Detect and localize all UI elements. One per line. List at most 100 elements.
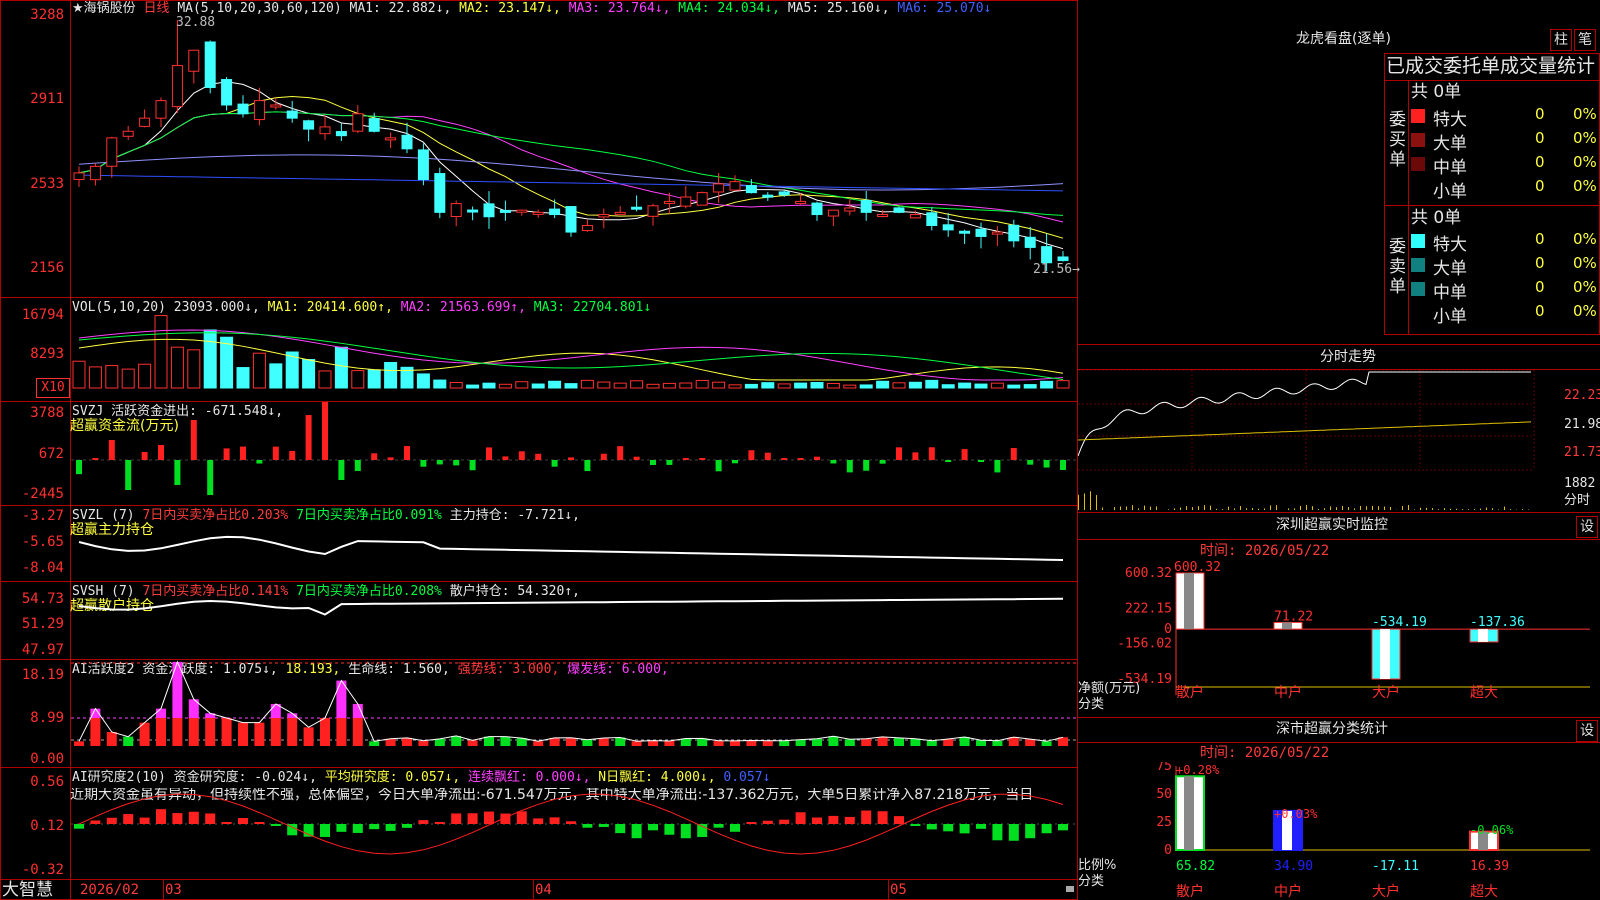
ai-research-panel[interactable]: AI研究度2(10) 资金研究度: -0.024↓, 平均研究度: 0.057↓… [0,768,1078,880]
low-price-mark: 21.56→ [1033,262,1080,277]
tick-mode-button[interactable]: 笔 [1574,29,1596,51]
fund-flow-bar [338,460,345,480]
intraday-chart[interactable] [1078,370,1563,512]
research-bar [221,822,232,824]
volume-bar [941,384,955,389]
order-size-label: 特大 [1433,110,1467,130]
price-panel[interactable]: ★海锅股份 日线 MA(5,10,20,30,60,120) MA1: 22.8… [0,0,1080,900]
fund-flow-bar [354,460,361,471]
candle-body [319,126,331,135]
intraday-volume-bar [1372,505,1373,510]
order-color-swatch [1411,282,1425,296]
volume-bar [744,383,758,389]
fund-flow-bar [846,460,853,473]
order-percent: 0% [1573,177,1597,195]
volume-panel[interactable]: VOL(5,10,20) 23093.000↓, MA1: 20414.600↑… [0,298,1078,402]
fund-flow-bar [715,460,722,472]
svzj-axis-label: -2445 [21,486,64,502]
volume-bar [269,363,283,389]
candle-body [450,203,462,217]
volume-bar [154,315,168,389]
candle-body [893,207,905,213]
sz-category-label: 大户 [1372,684,1400,701]
buy-order-row: 大单 0 0% [1409,128,1600,154]
candlestick-chart[interactable] [71,14,1076,298]
sz-xlabel: 分类 [1078,697,1105,712]
sm-stats-panel[interactable]: 深市超赢分类统计 设 时间: 2026/05/22 75 50 25 0 +0.28% +… [1078,718,1600,900]
activity-bar [254,722,265,746]
sm-ratio-chart[interactable]: 75 50 25 0 +0.28% +0.03% -0.06% 65.82 34.90 -17.1… [1078,762,1600,900]
sm-value-label: -17.11 [1372,859,1419,874]
intraday-volume-bar [1132,505,1133,510]
candle-body [1041,246,1053,264]
svzj-panel[interactable]: SVZJ 活跃资金进出: -671.548↓, 超赢资金流(万元) 3788 6… [0,402,1078,506]
intraday-volume-bar [1150,506,1151,510]
sz-monitor-panel[interactable]: 深圳超赢实时监控 设 时间: 2026/05/22 600.32 222.15 0-… [1078,513,1600,718]
lock-icon[interactable] [1066,886,1074,892]
volume-bar [958,382,972,389]
volume-bar [892,382,906,389]
order-count: 0 [1535,129,1545,147]
price-axis-label: 2533 [30,176,64,192]
ai2-axis-label: 0.56 [30,774,64,790]
activity-bar [1008,737,1019,746]
intraday-volume-bar [1114,507,1115,510]
fund-flow-bar [600,453,607,460]
fund-flow-bar [404,446,410,460]
intraday-avg-line [1078,421,1532,441]
date-label: 03 [165,882,182,898]
ai2-axis-label: 0.12 [30,818,64,834]
sm-percent-label: -0.06% [1470,823,1514,837]
candle-body [270,104,282,108]
research-bar [615,824,626,834]
ai-activity-bars[interactable] [71,660,1076,768]
volume-bar [777,383,791,389]
svzj-bars[interactable] [71,402,1076,506]
fund-flow-bar [371,453,378,460]
order-color-swatch [1411,306,1425,320]
candle-body [417,149,429,180]
high-price-mark: 32.88 [176,15,216,30]
bar-mode-button[interactable]: 柱 [1550,29,1572,51]
activity-bar [877,736,888,746]
fund-flow-bar [207,460,214,495]
activity-bar [516,738,527,746]
intraday-axis-label: 21.73 [1564,445,1600,460]
volume-bar [1007,384,1021,389]
activity-bar [861,738,872,746]
svzl-panel[interactable]: SVZL (7) 7日内买卖净占比0.203% 7日内买卖净占比0.091% 主… [0,506,1078,582]
sm-axis-label: 25 [1156,815,1172,830]
candle-body [811,202,823,216]
research-bar [205,813,216,824]
intraday-volume-bar [1378,506,1379,510]
intraday-panel[interactable]: 分时走势 22.23 21.98 21.73 1882 分时 [1078,345,1600,513]
sm-value-label: 34.90 [1274,859,1313,874]
vol-axis-label: 8293 [30,346,64,362]
ai-activity-panel[interactable]: AI活跃度2 资金活跃度: 1.075↓, 18.193, 生命线: 1.560… [0,660,1078,768]
fund-flow-bar [568,457,574,460]
candle-body [467,209,479,213]
main-position-line [78,535,1064,561]
sz-net-amount-chart[interactable]: 600.32 222.15 0-156.02 -534.19 600.32 散户 71.22… [1078,561,1600,718]
volume-bar [859,384,873,389]
sm-category-label: 中户 [1274,883,1302,900]
svsh-panel[interactable]: SVSH (7) 7日内买卖净占比0.141% 7日内买卖净占比0.208% 散… [0,582,1078,660]
lhb-panel[interactable]: 龙虎看盘(逐单) 柱 笔 已成交委托单成交量统计 委买单 委卖单 共 0单 共 … [1078,0,1600,345]
fund-flow-bar [272,446,279,460]
intraday-volume-bar [1246,508,1247,510]
sm-settings-button[interactable]: 设 [1576,720,1598,742]
volume-bar [712,381,726,389]
svsh-line[interactable] [71,582,1076,660]
sz-settings-button[interactable]: 设 [1576,516,1598,538]
activity-bar [418,740,429,746]
intraday-volume-bar [1336,507,1337,510]
candle-body [286,110,298,119]
order-percent: 0% [1573,230,1597,248]
ai-research-bars[interactable] [71,768,1076,880]
research-bar [861,810,872,824]
volume-bars[interactable] [71,312,1076,402]
research-bar [320,824,330,837]
research-bar [74,824,84,829]
time-axis[interactable]: 大智慧 2026/02 03 04 05 [0,880,1078,900]
svzl-line[interactable] [71,506,1076,582]
